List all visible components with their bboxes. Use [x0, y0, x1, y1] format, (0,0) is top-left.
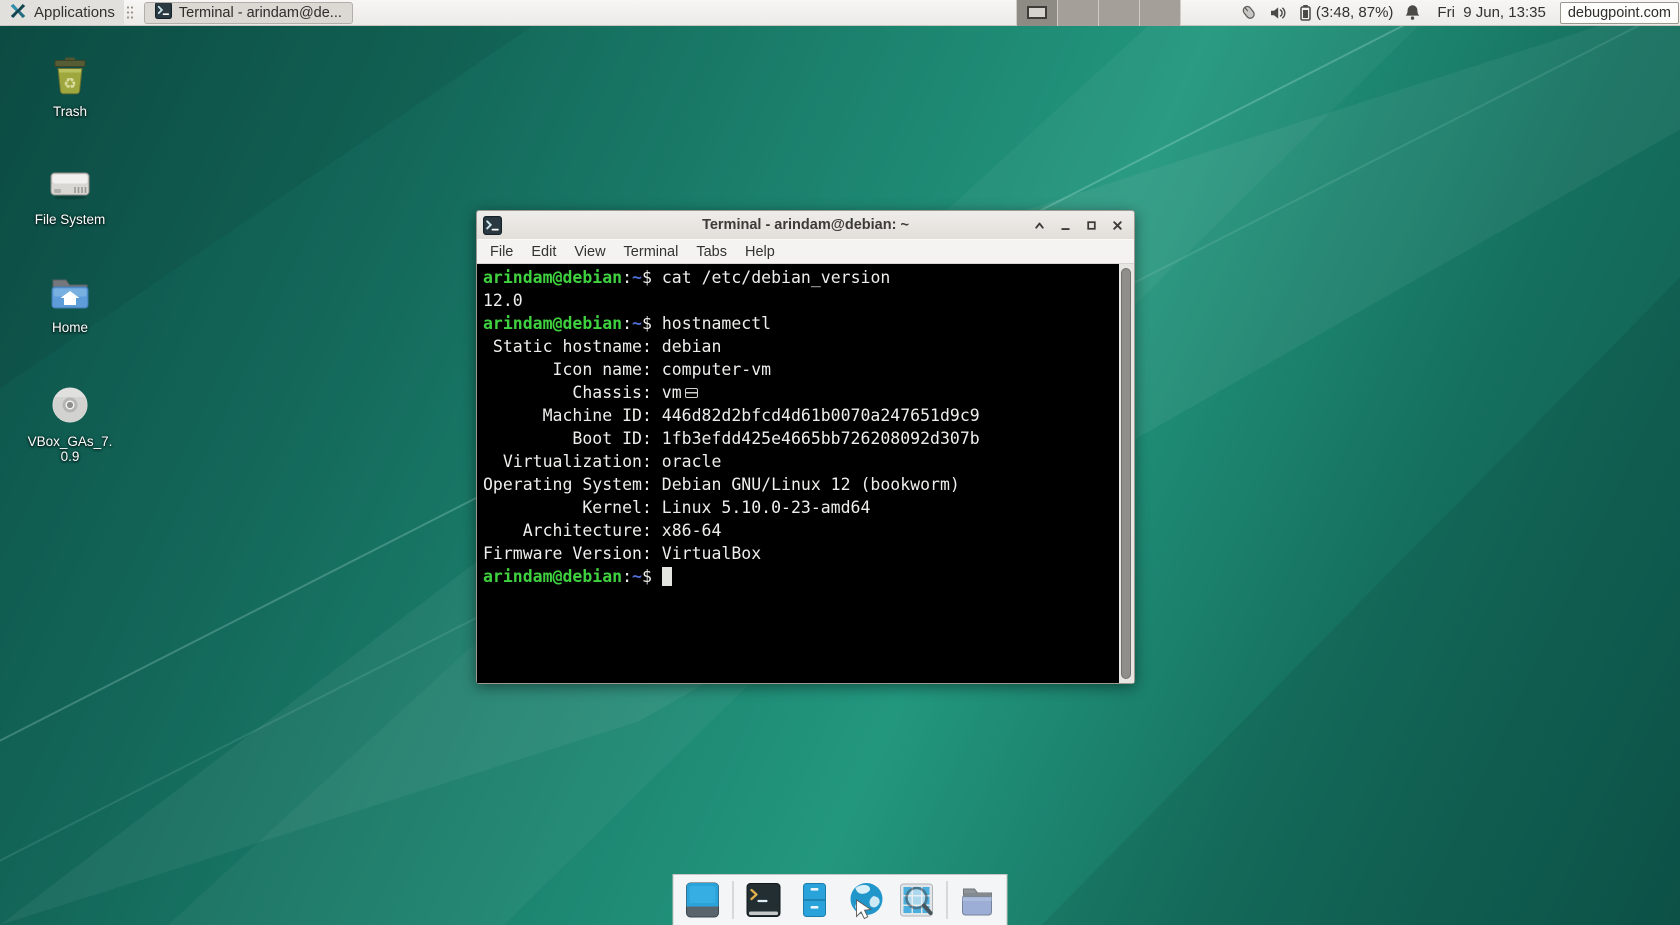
shade-button[interactable] [1028, 215, 1050, 235]
desktop-icon-label: Home [22, 320, 118, 335]
host-badge: debugpoint.com [1560, 2, 1679, 24]
trash-icon: ♻ [22, 52, 118, 100]
menu-file[interactable]: File [481, 241, 522, 263]
battery-indicator[interactable]: (3:48, 87%) [1298, 4, 1394, 21]
terminal-line: Machine ID: 446d82d2bfcd4d61b0070a247651… [483, 404, 1119, 427]
desktop-icon-label: Trash [22, 104, 118, 119]
terminal-line: Kernel: Linux 5.10.0-23-amd64 [483, 496, 1119, 519]
panel-handle[interactable] [126, 5, 134, 21]
show-desktop-icon [683, 880, 723, 920]
applications-menu-label: Applications [34, 4, 115, 21]
mouse-icon[interactable] [1239, 3, 1258, 22]
minimize-button[interactable] [1054, 215, 1076, 235]
workspace-4[interactable] [1140, 0, 1181, 26]
svg-text:♻: ♻ [63, 75, 76, 93]
desktop-icon-home[interactable]: Home [22, 268, 118, 335]
taskbar-window-button[interactable]: Terminal - arindam@de... [144, 2, 353, 24]
workspace-switcher[interactable] [1016, 0, 1181, 26]
vm-chassis-icon [685, 388, 698, 398]
terminal-line: Virtualization: oracle [483, 450, 1119, 473]
applications-menu-button[interactable]: Applications [0, 0, 124, 25]
file-manager-icon [795, 880, 835, 920]
menu-view[interactable]: View [565, 241, 614, 263]
menu-tabs[interactable]: Tabs [687, 241, 736, 263]
dock-separator [947, 881, 948, 919]
battery-status-text: (3:48, 87%) [1316, 4, 1394, 21]
dock-separator [733, 881, 734, 919]
desktop-icon-trash[interactable]: ♻ Trash [22, 52, 118, 119]
file-folder-icon [958, 880, 998, 920]
workspace-2[interactable] [1058, 0, 1099, 26]
desktop[interactable]: Applications Terminal - arindam@de... [0, 0, 1680, 925]
dock [673, 874, 1008, 925]
dock-file-manager-button[interactable] [794, 879, 836, 921]
close-button[interactable] [1106, 215, 1128, 235]
volume-icon[interactable] [1269, 5, 1287, 21]
terminal-line: Firmware Version: VirtualBox [483, 542, 1119, 565]
applications-menu-icon [9, 2, 27, 24]
top-panel: Applications Terminal - arindam@de... [0, 0, 1680, 26]
menu-terminal[interactable]: Terminal [615, 241, 688, 263]
system-tray: (3:48, 87%) [1239, 3, 1422, 22]
dock-file-folder-button[interactable] [957, 879, 999, 921]
home-folder-icon [22, 268, 118, 316]
terminal-line: 12.0 [483, 289, 1119, 312]
terminal-line: arindam@debian:~$ [483, 565, 1119, 588]
dock-app-finder-button[interactable] [896, 879, 938, 921]
show-desktop-button[interactable] [682, 879, 724, 921]
terminal-menubar: File Edit View Terminal Tabs Help [477, 239, 1134, 264]
cdrom-icon [22, 382, 118, 430]
terminal-line: Static hostname: debian [483, 335, 1119, 358]
desktop-icon-label: VBox_GAs_7.0.9 [22, 434, 118, 464]
application-finder-icon [897, 880, 937, 920]
terminal-line: arindam@debian:~$ hostnamectl [483, 312, 1119, 335]
terminal-window-icon [155, 2, 172, 23]
terminal-line: arindam@debian:~$ cat /etc/debian_versio… [483, 266, 1119, 289]
drive-icon [22, 160, 118, 208]
terminal-window-icon [483, 216, 502, 235]
terminal-scrollbar [1119, 264, 1134, 683]
window-titlebar[interactable]: Terminal - arindam@debian: ~ [477, 211, 1134, 239]
maximize-button[interactable] [1080, 215, 1102, 235]
terminal-line: Boot ID: 1fb3efdd425e4665bb726208092d307… [483, 427, 1119, 450]
workspace-window-outline [1027, 6, 1047, 19]
battery-icon [1298, 4, 1313, 21]
terminal-line: Operating System: Debian GNU/Linux 12 (b… [483, 473, 1119, 496]
desktop-icon-label: File System [22, 212, 118, 227]
terminal-screen[interactable]: arindam@debian:~$ cat /etc/debian_versio… [477, 264, 1119, 683]
dock-terminal-button[interactable] [743, 879, 785, 921]
menu-edit[interactable]: Edit [522, 241, 565, 263]
terminal-icon [744, 880, 784, 920]
terminal-line: Architecture: x86-64 [483, 519, 1119, 542]
terminal-line: Icon name: computer-vm [483, 358, 1119, 381]
workspace-3[interactable] [1099, 0, 1140, 26]
desktop-icon-file-system[interactable]: File System [22, 160, 118, 227]
clock[interactable]: Fri 9 Jun, 13:35 [1437, 4, 1545, 21]
terminal-line: Chassis: vm [483, 381, 1119, 404]
desktop-icon-vbox-cd[interactable]: VBox_GAs_7.0.9 [22, 382, 118, 464]
scrollbar-thumb[interactable] [1121, 268, 1131, 679]
dock-web-browser-button[interactable] [845, 879, 887, 921]
web-browser-icon [846, 880, 886, 920]
workspace-1[interactable] [1017, 0, 1058, 26]
terminal-window: Terminal - arindam@debian: ~ File Edit V… [476, 210, 1135, 684]
menu-help[interactable]: Help [736, 241, 784, 263]
notification-bell-icon[interactable] [1404, 4, 1421, 21]
taskbar-window-label: Terminal - arindam@de... [179, 5, 342, 21]
